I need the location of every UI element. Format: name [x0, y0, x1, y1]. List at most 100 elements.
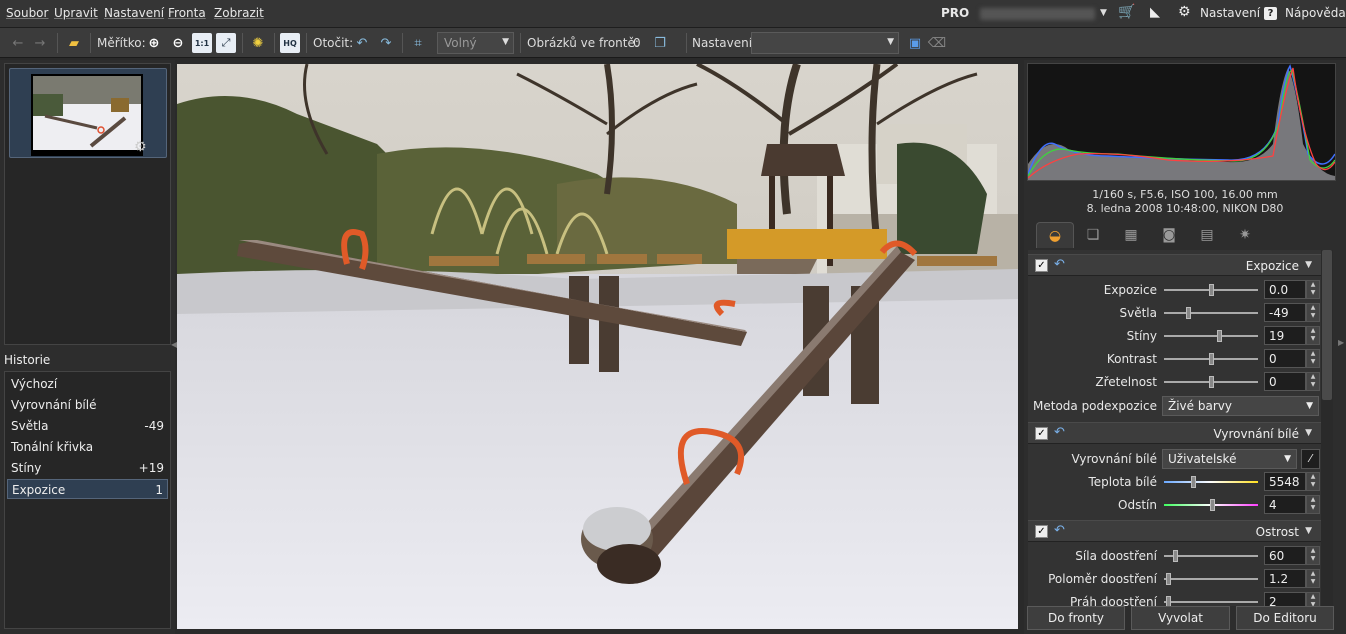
settings-link[interactable]: Nastavení — [1200, 6, 1260, 20]
exposure-enable-checkbox[interactable]: ✓ — [1035, 259, 1048, 272]
gear-icon[interactable]: ⚙ — [1178, 4, 1191, 20]
help-icon[interactable]: ? — [1264, 7, 1277, 20]
sharpen-enable-checkbox[interactable]: ✓ — [1035, 525, 1048, 538]
scrollbar-thumb[interactable] — [1322, 250, 1332, 400]
tab-detail-icon[interactable]: ▦ — [1112, 222, 1150, 248]
tab-color-icon[interactable]: ◒ — [1036, 222, 1074, 248]
contrast-slider[interactable] — [1164, 353, 1258, 365]
history-item-selected[interactable]: Expozice 1 — [7, 479, 168, 499]
collapse-right-icon[interactable]: ▶ — [1338, 338, 1344, 347]
shadows-slider[interactable] — [1164, 330, 1258, 342]
photo-preview[interactable] — [177, 64, 1018, 629]
slider-thumb[interactable] — [1190, 476, 1196, 488]
reset-icon[interactable]: ↶ — [1054, 425, 1065, 440]
section-exposure-header[interactable]: ✓ ↶ Expozice ▼ — [1028, 254, 1321, 276]
slider-thumb[interactable] — [1208, 353, 1214, 365]
chevron-down-icon[interactable]: ▼ — [1100, 8, 1107, 18]
tab-lens-icon[interactable]: ◙ — [1150, 222, 1188, 248]
spinner-arrows-icon[interactable]: ▲ ▼ — [1306, 349, 1320, 368]
tab-effects-icon[interactable]: ✷ — [1226, 222, 1264, 248]
history-item[interactable]: Výchozí — [7, 374, 168, 394]
rotate-left-icon[interactable]: ↶ — [352, 33, 372, 53]
account-email-blurred[interactable] — [980, 8, 1095, 20]
queue-icon[interactable]: ❐ — [650, 33, 670, 53]
spinner-arrows-icon[interactable]: ▲ ▼ — [1306, 303, 1320, 322]
clarity-slider[interactable] — [1164, 376, 1258, 388]
section-sharpen-header[interactable]: ✓ ↶ Ostrost ▼ — [1028, 520, 1321, 542]
tab-layers-icon[interactable]: ❏ — [1074, 222, 1112, 248]
temperature-slider[interactable] — [1164, 476, 1258, 488]
menu-upravit[interactable]: Upravit — [54, 6, 98, 20]
slider-thumb[interactable] — [1210, 499, 1216, 511]
reset-icon[interactable]: ↶ — [1054, 523, 1065, 538]
spinner-arrows-icon[interactable]: ▲ ▼ — [1306, 592, 1320, 606]
chevron-down-icon[interactable]: ▼ — [1305, 428, 1312, 438]
tab-metadata-icon[interactable]: ▤ — [1188, 222, 1226, 248]
sharpen-radius-input[interactable]: 1.2 — [1264, 569, 1306, 588]
spinner-arrows-icon[interactable]: ▲ ▼ — [1306, 326, 1320, 345]
eyedropper-icon[interactable]: ⁄ — [1301, 449, 1320, 469]
tint-slider[interactable] — [1164, 499, 1258, 511]
save-preset-icon[interactable]: ▣ — [905, 33, 925, 53]
slider-thumb[interactable] — [1217, 330, 1223, 342]
delete-preset-icon[interactable]: ⌫ — [927, 33, 947, 53]
open-folder-icon[interactable]: ▰ — [64, 33, 84, 53]
history-item[interactable]: Stíny +19 — [7, 458, 168, 478]
thumbnail-image[interactable] — [31, 74, 143, 156]
spinner-arrows-icon[interactable]: ▲ ▼ — [1306, 569, 1320, 588]
exposure-input[interactable]: 0.0 — [1264, 280, 1306, 299]
cart-icon[interactable]: 🛒 — [1118, 4, 1135, 20]
settings-scrollbar[interactable] — [1321, 250, 1333, 606]
zoom-out-icon[interactable]: ⊖ — [168, 33, 188, 53]
slider-thumb[interactable] — [1208, 284, 1214, 296]
menu-zobrazit[interactable]: Zobrazit — [214, 6, 264, 20]
thumbnail-item[interactable]: ⚙ — [9, 68, 167, 158]
sharpen-threshold-input[interactable]: 2 — [1264, 592, 1306, 606]
slider-thumb[interactable] — [1186, 307, 1192, 319]
highlights-input[interactable]: -49 — [1264, 303, 1306, 322]
white-balance-enable-checkbox[interactable]: ✓ — [1035, 427, 1048, 440]
contrast-input[interactable]: 0 — [1264, 349, 1306, 368]
zoom-1to1-icon[interactable]: 1:1 — [192, 33, 212, 53]
sharpen-radius-slider[interactable] — [1164, 573, 1258, 585]
zoom-in-icon[interactable]: ⊕ — [144, 33, 164, 53]
temperature-input[interactable]: 5548 — [1264, 472, 1306, 491]
highlights-slider[interactable] — [1164, 307, 1258, 319]
zoom-fit-icon[interactable]: ⤢ — [216, 33, 236, 53]
history-item[interactable]: Tonální křivka — [7, 437, 168, 457]
slider-thumb[interactable] — [1165, 573, 1171, 585]
history-item[interactable]: Světla -49 — [7, 416, 168, 436]
spinner-arrows-icon[interactable]: ▲ ▼ — [1306, 472, 1320, 491]
gear-icon[interactable]: ⚙ — [134, 139, 147, 155]
reset-icon[interactable]: ↶ — [1054, 257, 1065, 272]
menu-soubor[interactable]: Soubor — [6, 6, 48, 20]
menu-fronta[interactable]: Fronta — [168, 6, 206, 20]
method-select[interactable]: Živé barvy ▼ — [1162, 396, 1319, 416]
slider-thumb[interactable] — [1165, 596, 1171, 606]
help-link[interactable]: Nápověda — [1285, 6, 1346, 20]
queue-button[interactable]: Do fronty — [1027, 606, 1125, 630]
auto-enhance-icon[interactable]: ✺ — [248, 33, 268, 53]
history-item[interactable]: Vyrovnání bílé — [7, 395, 168, 415]
hq-icon[interactable]: HQ — [280, 33, 300, 53]
chevron-down-icon[interactable]: ▼ — [1305, 526, 1312, 536]
clarity-input[interactable]: 0 — [1264, 372, 1306, 391]
exposure-slider[interactable] — [1164, 284, 1258, 296]
menu-nastaveni[interactable]: Nastavení — [104, 6, 164, 20]
spinner-arrows-icon[interactable]: ▲ ▼ — [1306, 280, 1320, 299]
slider-thumb[interactable] — [1172, 550, 1178, 562]
section-white-balance-header[interactable]: ✓ ↶ Vyrovnání bílé ▼ — [1028, 422, 1321, 444]
sharpen-amount-input[interactable]: 60 — [1264, 546, 1306, 565]
chevron-down-icon[interactable]: ▼ — [1305, 260, 1312, 270]
undo-icon[interactable]: ← — [8, 33, 28, 53]
preset-select[interactable]: ▼ — [751, 32, 899, 54]
spinner-arrows-icon[interactable]: ▲ ▼ — [1306, 372, 1320, 391]
shadows-input[interactable]: 19 — [1264, 326, 1306, 345]
develop-button[interactable]: Vyvolat — [1131, 606, 1230, 630]
spinner-arrows-icon[interactable]: ▲ ▼ — [1306, 546, 1320, 565]
crop-icon[interactable]: ⌗ — [408, 33, 428, 53]
tint-input[interactable]: 4 — [1264, 495, 1306, 514]
editor-button[interactable]: Do Editoru — [1236, 606, 1334, 630]
wb-mode-select[interactable]: Uživatelské ▼ — [1162, 449, 1297, 469]
rss-icon[interactable]: ◣ — [1150, 5, 1160, 20]
